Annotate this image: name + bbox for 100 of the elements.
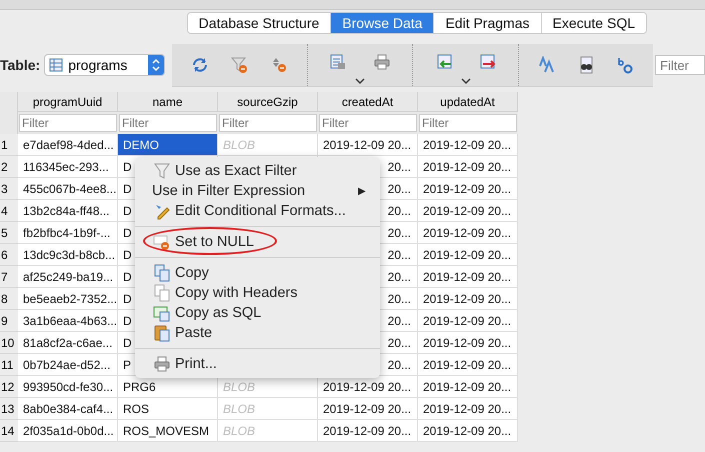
table-cell: 2019-12-09 20... xyxy=(323,138,412,152)
row-number: 12 xyxy=(0,376,18,398)
table-cell: 2019-12-09 20... xyxy=(423,292,512,306)
filter-field[interactable]: Filter xyxy=(19,114,117,132)
row-number: 8 xyxy=(0,288,18,310)
tab[interactable]: Execute SQL xyxy=(540,13,646,33)
table-cell: 2019-12-09 20... xyxy=(323,380,412,394)
table-cell: BLOB xyxy=(223,402,256,416)
table-cell: BLOB xyxy=(223,424,256,438)
menu-item[interactable]: Use in Filter Expression ▶ xyxy=(135,181,380,201)
column-header[interactable]: name xyxy=(118,92,218,112)
column-header[interactable]: createdAt xyxy=(318,92,418,112)
row-number: 5 xyxy=(0,222,18,244)
row-number: 9 xyxy=(0,310,18,332)
row-number: 6 xyxy=(0,244,18,266)
replace-icon xyxy=(616,56,634,74)
table-cell: 20... xyxy=(388,160,411,174)
table-cell: 2019-12-09 20... xyxy=(423,226,512,240)
column-header[interactable]: sourceGzip xyxy=(218,92,318,112)
table-cell: 20... xyxy=(388,292,411,306)
menu-item[interactable]: Print... xyxy=(135,354,380,374)
menu-item[interactable]: Use as Exact Filter xyxy=(135,161,380,181)
sql-document-icon xyxy=(153,304,171,322)
row-number: 7 xyxy=(0,266,18,288)
table-cell: 2019-12-09 20... xyxy=(423,204,512,218)
table-dropdown[interactable]: programs xyxy=(44,54,165,76)
table-cell: PRG6 xyxy=(123,380,156,394)
table-cell: D xyxy=(123,204,132,218)
table-cell: 2019-12-09 20... xyxy=(423,402,512,416)
table-cell: 13b2c84a-ff48... xyxy=(23,204,110,218)
table-cell: ROS_MOVESM xyxy=(123,424,210,438)
table-cell: P xyxy=(123,358,132,372)
caret-icon[interactable] xyxy=(355,78,366,84)
table-cell: 20... xyxy=(388,248,411,262)
menu-item[interactable]: Copy as SQL xyxy=(135,303,380,323)
filter-field[interactable]: Filter xyxy=(655,55,705,75)
filter-field[interactable]: Filter xyxy=(419,114,517,132)
table-cell: BLOB xyxy=(223,138,256,152)
menu-item[interactable]: Set to NULL xyxy=(135,232,380,252)
row-number: 13 xyxy=(0,398,18,420)
menu-item[interactable]: Copy with Headers xyxy=(135,283,380,303)
table-cell: 455c067b-4ee8... xyxy=(23,182,116,196)
table-cell: 8ab0e384-caf4... xyxy=(23,402,114,416)
pencil-icon xyxy=(153,202,171,220)
menu-item[interactable]: Copy xyxy=(135,263,380,283)
clipboard-icon xyxy=(153,324,171,342)
table-cell: ROS xyxy=(123,402,150,416)
null-icon xyxy=(153,233,171,251)
table-cell: af25c249-ba19... xyxy=(23,270,114,284)
funnel-icon xyxy=(153,162,171,180)
table-cell: 2019-12-09 20... xyxy=(423,314,512,328)
printer-icon xyxy=(153,355,171,373)
table-cell: fb2bfbc4-1b9f-... xyxy=(23,226,110,240)
table-cell: D xyxy=(123,182,132,196)
row-number: 11 xyxy=(0,354,18,376)
table-cell: BLOB xyxy=(223,380,256,394)
caret-icon[interactable] xyxy=(460,78,471,84)
copy-icon xyxy=(153,264,171,282)
column-header[interactable]: programUuid xyxy=(18,92,118,112)
table-cell: 2019-12-09 20... xyxy=(423,270,512,284)
row-number: 1 xyxy=(0,134,18,156)
tab[interactable]: Browse Data xyxy=(330,13,434,33)
table-cell: 20... xyxy=(388,270,411,284)
tab[interactable]: Database Structure xyxy=(188,13,330,33)
table-cell: D xyxy=(123,248,132,262)
table-cell: 20... xyxy=(388,182,411,196)
table-cell: be5eaeb2-7352... xyxy=(23,292,117,306)
row-number: 2 xyxy=(0,156,18,178)
table-cell: DEMO xyxy=(123,138,159,152)
table-icon xyxy=(328,52,347,70)
row-number: 3 xyxy=(0,178,18,200)
table-cell: 2019-12-09 20... xyxy=(323,402,412,416)
table-cell: D xyxy=(123,160,132,174)
column-header[interactable]: updatedAt xyxy=(418,92,518,112)
table-cell: 993950cd-fe30... xyxy=(23,380,114,394)
menu-item[interactable]: Paste xyxy=(135,323,380,343)
table-cell: 2019-12-09 20... xyxy=(423,424,512,438)
filter-field[interactable]: Filter xyxy=(219,114,317,132)
table-cell: 20... xyxy=(388,336,411,350)
table-cell: 20... xyxy=(388,358,411,372)
table-cell: 2f035a1d-0b0d... xyxy=(23,424,114,438)
copy-icon xyxy=(153,284,171,302)
table-cell: D xyxy=(123,292,132,306)
table-cell: 2019-12-09 20... xyxy=(423,182,512,196)
table-cell: 2019-12-09 20... xyxy=(423,358,512,372)
row-number: 4 xyxy=(0,200,18,222)
filter-field[interactable]: Filter xyxy=(319,114,417,132)
row-number: 10 xyxy=(0,332,18,354)
refresh-icon xyxy=(190,56,209,74)
table-cell: D xyxy=(123,336,132,350)
table-cell: 20... xyxy=(388,226,411,240)
filter-field[interactable]: Filter xyxy=(119,114,217,132)
table-cell: 81a8cf2a-c6ae... xyxy=(23,336,112,350)
table-cell: 2019-12-09 20... xyxy=(423,336,512,350)
table-cell: 20... xyxy=(388,314,411,328)
menu-item[interactable]: Edit Conditional Formats... xyxy=(135,201,380,221)
table-cell: 20... xyxy=(388,204,411,218)
table-cell: 116345ec-293... xyxy=(23,160,109,174)
row-number: 14 xyxy=(0,420,18,442)
table-cell: 0b7b24ae-d52... xyxy=(23,358,110,372)
